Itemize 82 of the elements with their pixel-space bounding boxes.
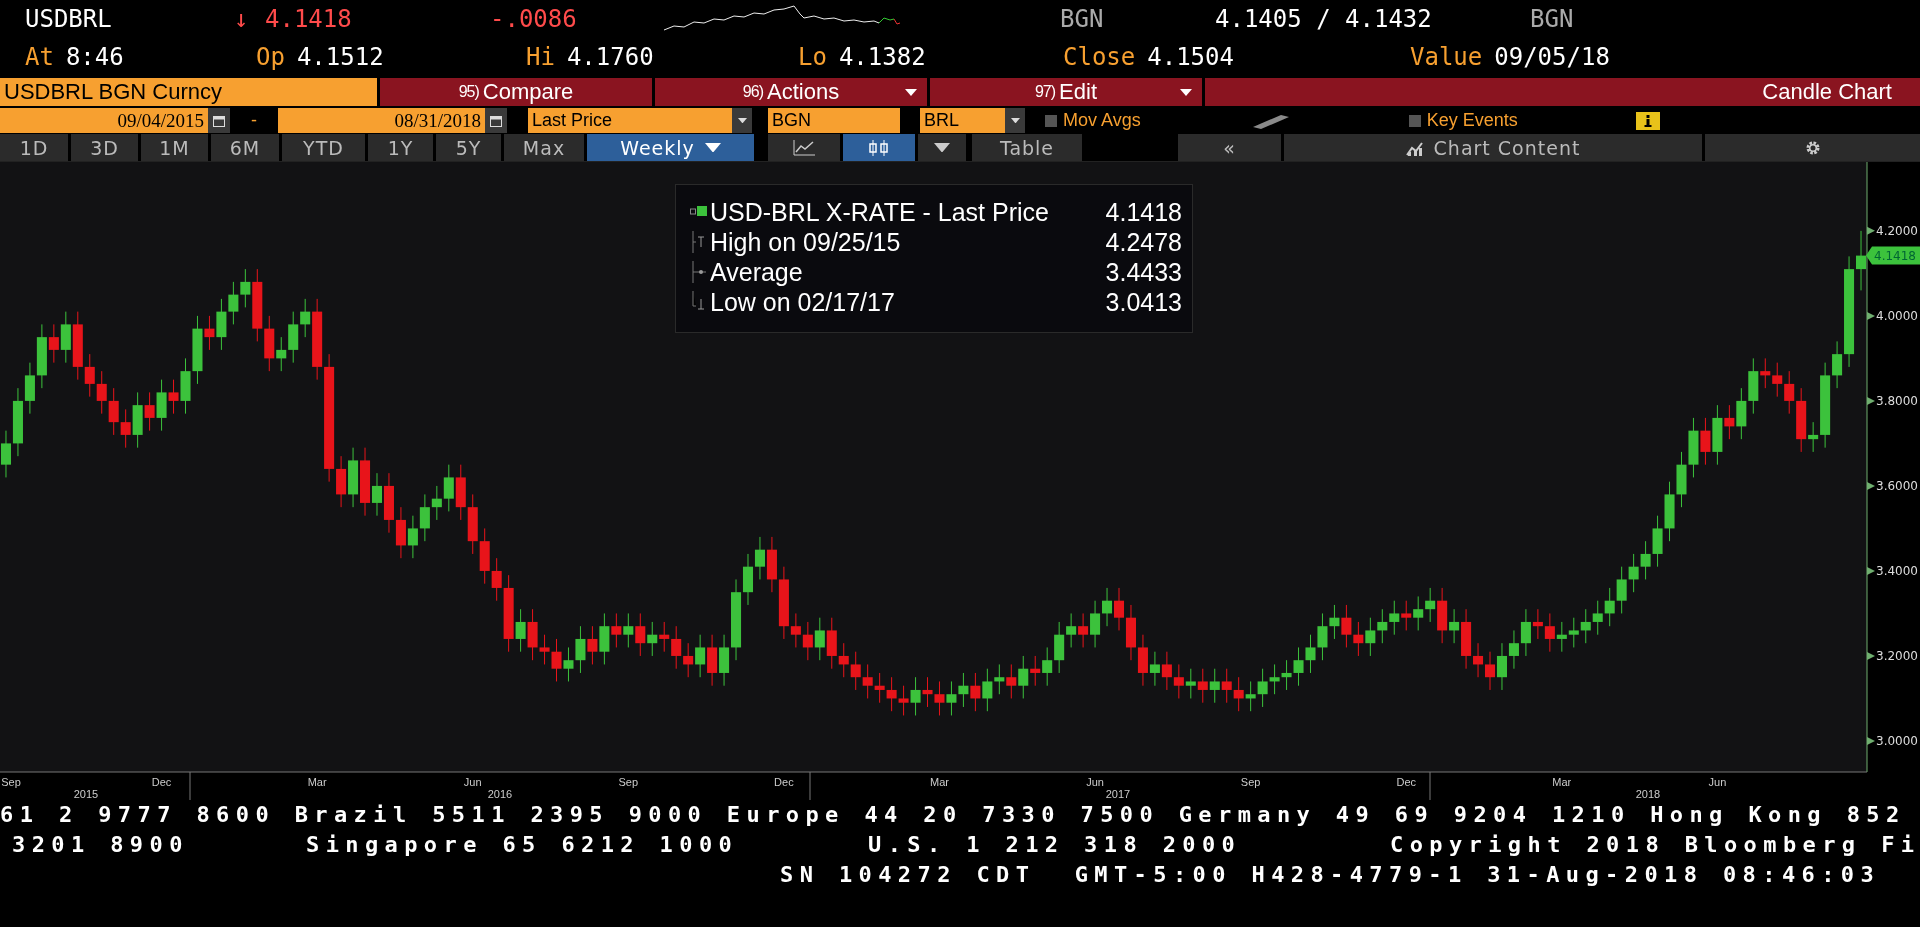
x-axis-month: Dec bbox=[1396, 776, 1416, 788]
option-checkbox[interactable]: Mov Avgs bbox=[1045, 110, 1141, 131]
last-price: 4.1418 bbox=[265, 5, 352, 33]
x-axis-month: Sep bbox=[1240, 776, 1261, 788]
menu-button[interactable]: 97) Edit bbox=[930, 78, 1202, 106]
x-axis-year: 2016 bbox=[487, 788, 513, 800]
x-axis-month: Jun bbox=[1708, 776, 1727, 788]
ticker-text: 61 2 9777 8600 Brazil 5511 2395 9000 Europe 44 20 7330 7500 Germany 49 69 9204 1210 Hong Kong 852 bbox=[0, 801, 1906, 829]
source-label: BGN bbox=[1060, 5, 1104, 33]
ticker-text: Singapore 65 6212 1000 bbox=[306, 831, 740, 859]
y-axis-label: 3.0000 bbox=[1876, 733, 1918, 748]
y-axis-label: 3.2000 bbox=[1876, 648, 1918, 663]
ticker-text: 3201 8900 bbox=[12, 831, 190, 859]
stat-label: Hi bbox=[526, 43, 555, 71]
x-axis-year: 2018 bbox=[1635, 788, 1661, 800]
date-separator: - bbox=[250, 110, 258, 131]
y-axis-label: 3.4000 bbox=[1876, 563, 1918, 578]
y-axis-label: 3.6000 bbox=[1876, 478, 1918, 493]
legend-value: 3.0413 bbox=[1105, 287, 1182, 317]
frequency-dropdown[interactable]: Weekly bbox=[587, 134, 754, 161]
range-button[interactable]: 1D bbox=[0, 134, 68, 161]
source-field[interactable]: BGN bbox=[768, 108, 900, 133]
stat-label: Op bbox=[256, 43, 285, 71]
price-change: -.0086 bbox=[490, 5, 577, 33]
stat-label: Value bbox=[1410, 43, 1483, 71]
source-label: BGN bbox=[1530, 5, 1574, 33]
legend-value: 3.4433 bbox=[1105, 257, 1182, 287]
legend-label: USD-BRL X-RATE - Last Price bbox=[710, 197, 1050, 227]
field-select[interactable]: Last Price bbox=[528, 108, 732, 133]
bid-ask-price: 4.1405 / 4.1432 bbox=[1215, 5, 1432, 33]
stat-value: 4.1504 bbox=[1147, 43, 1234, 71]
table-button[interactable]: Table bbox=[972, 134, 1082, 161]
direction-arrow: ↓ bbox=[234, 5, 249, 33]
legend-label: High on 09/25/15 bbox=[710, 227, 902, 257]
last-price-tag: 4.1418 bbox=[1866, 246, 1920, 265]
y-axis-label: 3.8000 bbox=[1876, 393, 1918, 408]
chart-type-label: Candle Chart bbox=[1205, 78, 1920, 106]
security-name[interactable]: USDBRL BGN Curncy bbox=[0, 78, 377, 106]
x-axis-year: 2017 bbox=[1105, 788, 1131, 800]
legend-label: Average bbox=[710, 257, 804, 287]
range-button[interactable]: 5Y bbox=[436, 134, 501, 161]
x-axis-month: Sep bbox=[618, 776, 639, 788]
x-axis-month: Mar bbox=[307, 776, 327, 788]
range-button[interactable]: Max bbox=[504, 134, 584, 161]
stat-value: 4.1382 bbox=[838, 43, 926, 71]
range-button[interactable]: 1M bbox=[141, 134, 208, 161]
end-date-field[interactable]: 08/31/2018 bbox=[278, 108, 485, 133]
y-axis-label: 4.2000 bbox=[1876, 223, 1918, 238]
stat-label: At bbox=[25, 43, 54, 71]
range-button[interactable]: YTD bbox=[282, 134, 365, 161]
x-axis-month: Mar bbox=[930, 776, 949, 788]
stat-value: 4.1512 bbox=[296, 43, 384, 71]
stat-label: Close bbox=[1063, 43, 1136, 71]
ticker-symbol: USDBRL bbox=[25, 5, 112, 33]
x-axis-month: Jun bbox=[1086, 776, 1104, 788]
start-date-field[interactable]: 09/04/2015 bbox=[0, 108, 208, 133]
stat-value: 09/05/18 bbox=[1494, 43, 1610, 71]
legend-label: Low on 02/17/17 bbox=[710, 287, 896, 317]
stat-label: Lo bbox=[798, 43, 827, 71]
x-axis-month: Sep bbox=[1, 776, 21, 788]
ticker-text: U.S. 1 212 318 2000 bbox=[868, 831, 1243, 859]
collapse-button[interactable]: « bbox=[1178, 134, 1281, 161]
menu-button[interactable]: 95) Compare bbox=[380, 78, 652, 106]
option-checkbox[interactable]: Key Events bbox=[1408, 110, 1518, 131]
stat-value: 8:46 bbox=[65, 43, 124, 71]
legend-value: 4.1418 bbox=[1105, 197, 1182, 227]
ticker-text: Copyright 2018 Bloomberg Fi bbox=[1390, 831, 1920, 859]
y-axis-label: 4.0000 bbox=[1876, 308, 1918, 323]
legend-value: 4.2478 bbox=[1105, 227, 1182, 257]
range-button[interactable]: 3D bbox=[71, 134, 138, 161]
x-axis-month: Dec bbox=[151, 776, 172, 788]
x-axis-month: Mar bbox=[1552, 776, 1572, 788]
stat-value: 4.1760 bbox=[566, 43, 654, 71]
x-axis-month: Jun bbox=[463, 776, 482, 788]
range-button[interactable]: 1Y bbox=[368, 134, 433, 161]
menu-button[interactable]: 96) Actions bbox=[655, 78, 927, 106]
session-info: SN 104272 CDT GMT-5:00 H428-4779-1 31-Aug-2018 08:46:03 bbox=[780, 861, 1881, 889]
chart-content-button[interactable]: Chart Content bbox=[1284, 134, 1702, 161]
range-button[interactable]: 6M bbox=[211, 134, 279, 161]
x-axis-month: Dec bbox=[774, 776, 794, 788]
currency-select[interactable]: BRL bbox=[920, 108, 1005, 133]
x-axis-year: 2015 bbox=[73, 788, 99, 800]
